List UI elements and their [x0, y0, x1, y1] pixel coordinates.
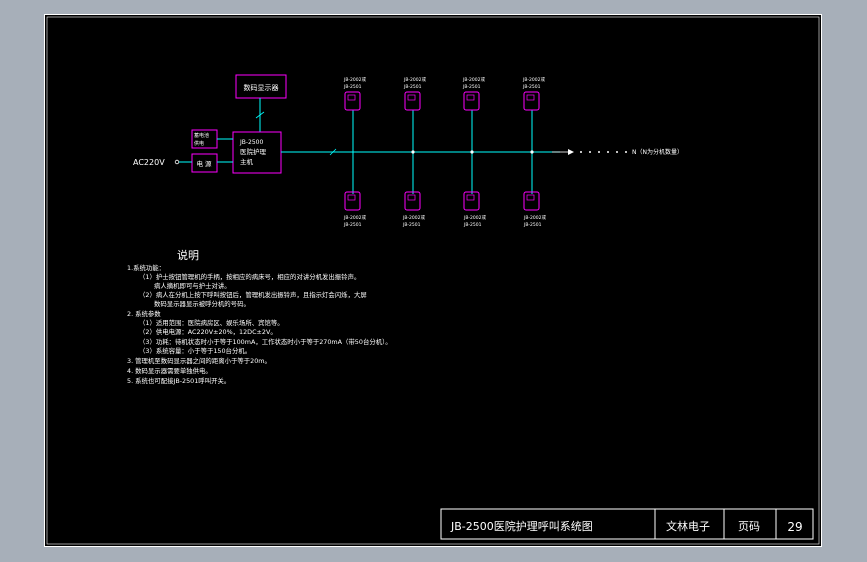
svg-text:JB-2002或: JB-2002或 [463, 214, 486, 221]
note-line: 病人摘机即可与护士对讲。 [154, 281, 231, 290]
note-line: （2）供电电源：AC220V±20%，12DC±2V。 [139, 327, 277, 336]
title-block: JB-2500医院护理呼叫系统图 文林电子 页码 29 [440, 508, 814, 540]
svg-text:JB-2002或: JB-2002或 [343, 214, 366, 221]
top-unit-1: JB-2002或 JB-2501 [343, 76, 366, 111]
svg-text:JB-2002或: JB-2002或 [523, 214, 546, 221]
notes-heading: 说明 [177, 248, 199, 262]
svg-text:JB-2501: JB-2501 [343, 222, 362, 228]
drawing-title: JB-2500医院护理呼叫系统图 [450, 519, 593, 533]
ac-label: AC220V [133, 158, 165, 167]
host-line-2: 医院护理 [240, 147, 267, 156]
note-line: （3）功耗：待机状态时小于等于100mA，工作状态时小于等于270mA（带50台… [139, 337, 392, 346]
svg-text:JB-2501: JB-2501 [343, 84, 362, 90]
svg-text:JB-2002或: JB-2002或 [343, 76, 366, 83]
page-number: 29 [787, 520, 802, 534]
top-unit-2: JB-2002或 JB-2501 [403, 76, 426, 111]
host-line-3: 主机 [240, 157, 254, 166]
note-line: 1.系统功能： [127, 263, 165, 272]
note-line: 5. 系统也可配接JB-2501呼叫开关。 [127, 376, 230, 385]
svg-text:JB-2501: JB-2501 [523, 222, 542, 228]
notes-body: 1.系统功能： （1）护士按钮管理机的手柄，按相应的病床号，相应的对讲分机发出振… [127, 263, 392, 385]
note-line: （1）护士按钮管理机的手柄，按相应的病床号，相应的对讲分机发出振铃声。 [139, 272, 360, 281]
svg-text:JB-2002或: JB-2002或 [403, 76, 426, 83]
svg-text:JB-2501: JB-2501 [403, 84, 422, 90]
power-box-label: 电 源 [196, 159, 212, 168]
svg-text:JB-2002或: JB-2002或 [402, 214, 425, 221]
svg-text:JB-2002或: JB-2002或 [462, 76, 485, 83]
note-line: 4. 数码显示器需要单独供电。 [127, 366, 212, 375]
ac-terminal [174, 159, 180, 165]
bottom-unit-3: JB-2002或 JB-2501 [463, 191, 486, 228]
svg-text:JB-2501: JB-2501 [463, 222, 482, 228]
drawing-sheet: 数码显示器 JB-2500 医院护理 主机 蓄电池 供电 电 源 AC220V … [44, 14, 822, 547]
note-line: 数码显示器显示被呼分机的号码。 [154, 299, 250, 308]
backup-line-1: 蓄电池 [194, 132, 209, 139]
continuation-label: N（N为分机数量） [632, 148, 683, 156]
note-line: （1）适用范围：医院病房区、娱乐场所、宾馆等。 [139, 318, 284, 327]
display-box-label: 数码显示器 [244, 83, 279, 92]
svg-text:JB-2501: JB-2501 [462, 84, 481, 90]
note-line: 2. 系统参数 [127, 309, 161, 318]
host-line-1: JB-2500 [239, 139, 264, 146]
bottom-unit-4: JB-2002或 JB-2501 [523, 191, 546, 228]
top-unit-4: JB-2002或 JB-2501 [522, 76, 545, 111]
bottom-unit-1: JB-2002或 JB-2501 [343, 191, 366, 228]
company-name: 文林电子 [666, 519, 710, 533]
page-label: 页码 [738, 520, 760, 533]
svg-text:JB-2501: JB-2501 [402, 222, 421, 228]
backup-line-2: 供电 [194, 140, 204, 147]
top-unit-3: JB-2002或 JB-2501 [462, 76, 485, 111]
note-line: （2）病人在分机上按下呼叫按钮后，管理机发出振铃声，且指示灯会闪烁，大屏 [139, 290, 367, 299]
bottom-unit-2: JB-2002或 JB-2501 [402, 191, 425, 228]
svg-text:JB-2501: JB-2501 [522, 84, 541, 90]
note-line: 3. 管理机至数码显示器之间的距离小于等于20m。 [127, 356, 271, 365]
svg-text:JB-2002或: JB-2002或 [522, 76, 545, 83]
note-line: （3）系统容量：小于等于150台分机。 [139, 346, 251, 355]
continuation-dots [580, 151, 627, 153]
system-diagram: 数码显示器 JB-2500 医院护理 主机 蓄电池 供电 电 源 AC220V … [44, 14, 822, 547]
